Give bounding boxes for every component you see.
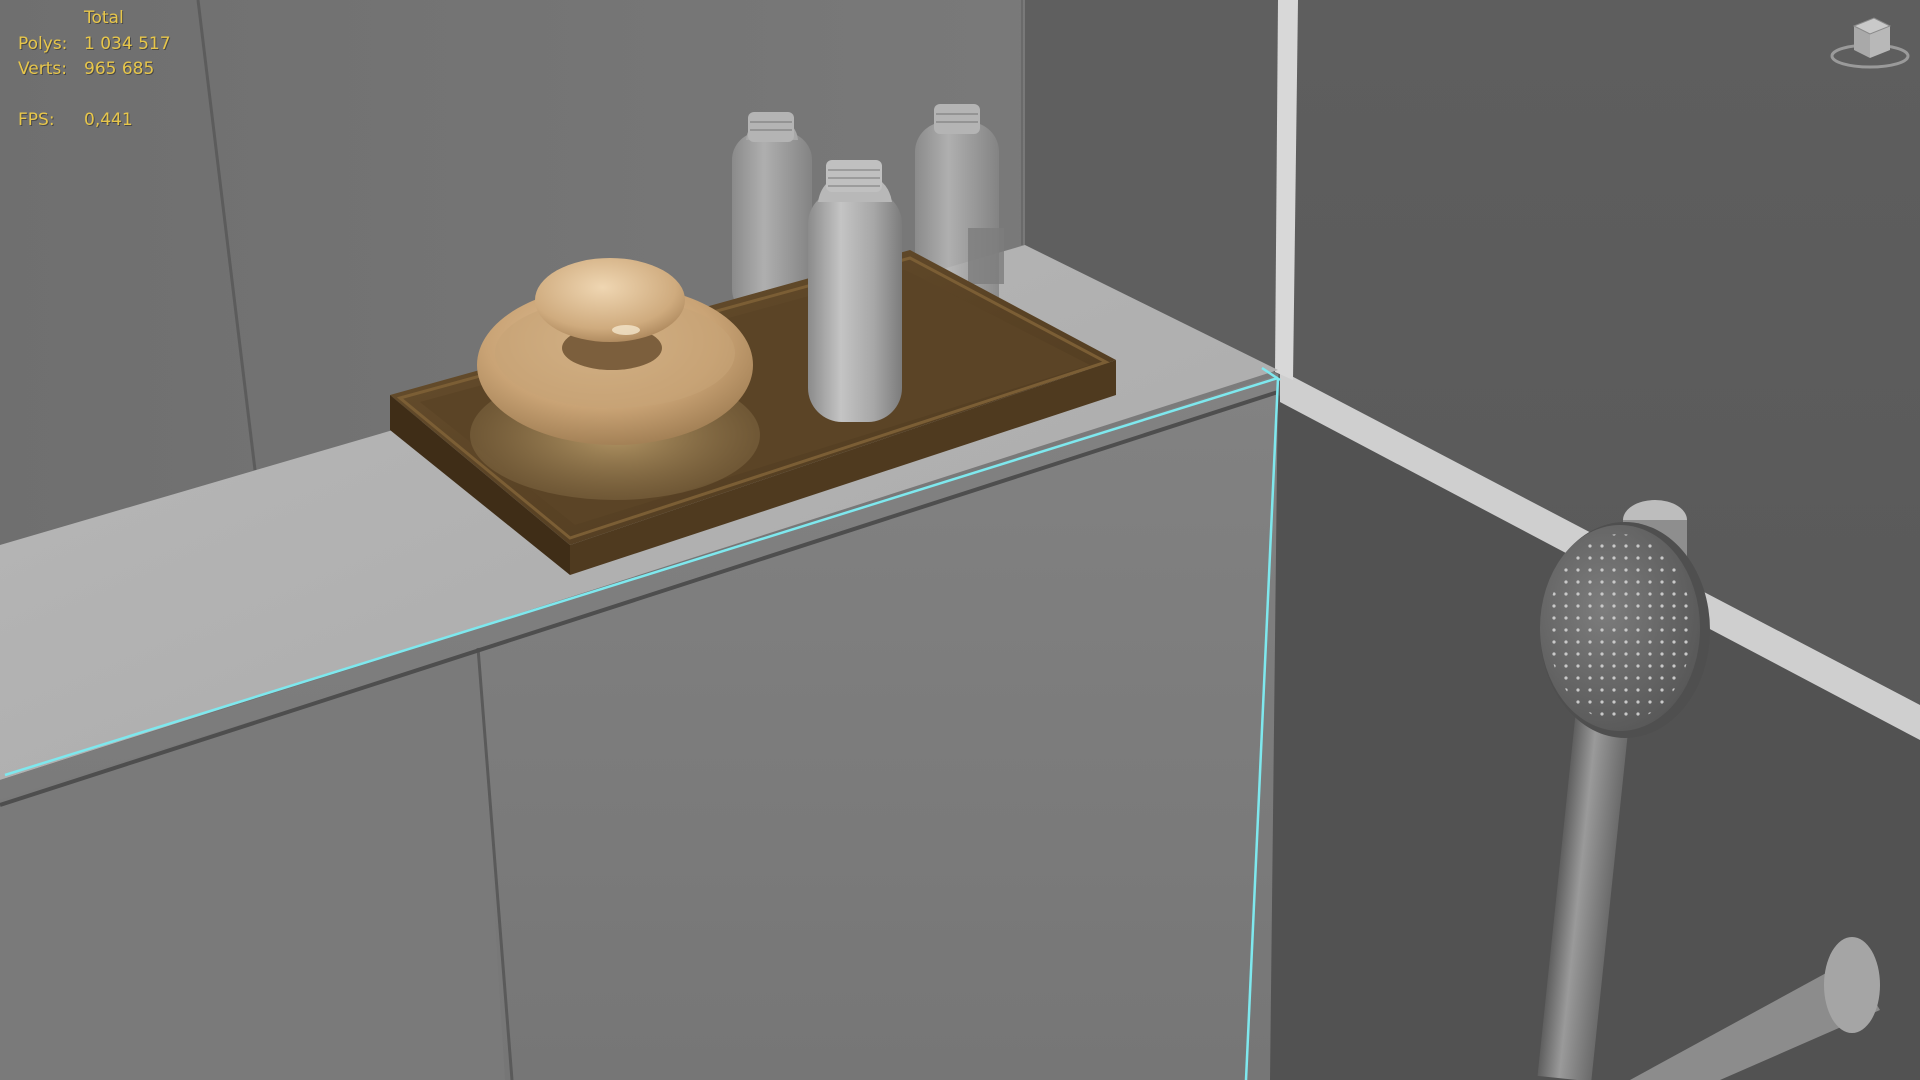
bottle-front [808,160,902,422]
viewcube-icon[interactable] [1828,6,1912,74]
3d-viewport[interactable]: Total Polys: 1 034 517 Verts: 965 685 FP… [0,0,1920,1080]
viewport-scene[interactable] [0,0,1920,1080]
